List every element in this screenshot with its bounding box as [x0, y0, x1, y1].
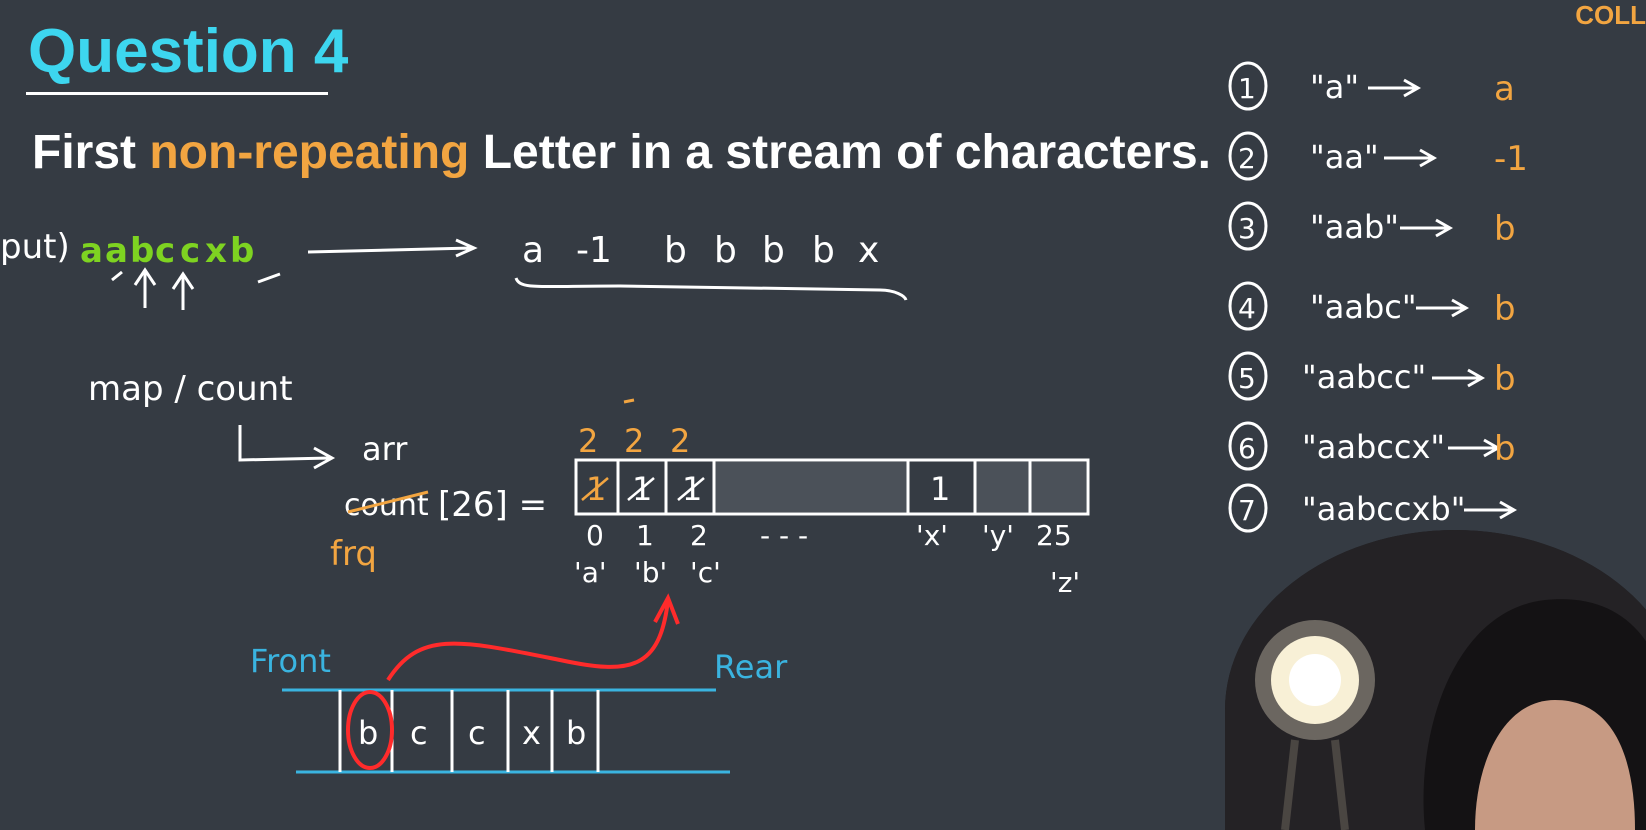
output-brace	[514, 277, 908, 301]
example-input: "aabcc"	[1302, 358, 1426, 396]
arr-note: arr	[362, 430, 408, 468]
stream-char: a	[105, 231, 128, 271]
overwrite-counts: 222	[578, 398, 690, 460]
example-number: 7	[1238, 494, 1256, 527]
example-arrow	[1464, 500, 1518, 520]
example-input: "a"	[1310, 68, 1359, 106]
example-input: "aabccx"	[1302, 428, 1445, 466]
example-number: 4	[1238, 292, 1256, 325]
queue-front-label: Front	[250, 642, 331, 680]
count-array: 1111	[574, 458, 1090, 516]
stream-char: c	[180, 231, 200, 271]
queue-item: c	[468, 714, 486, 752]
example-result: b	[1494, 429, 1516, 469]
input-label: put)	[0, 227, 70, 267]
queue-item: b	[566, 714, 586, 752]
queue-item: b	[358, 714, 378, 752]
example-arrow	[1384, 148, 1438, 168]
example-result: a	[1494, 69, 1515, 109]
char-label: 'c'	[690, 556, 721, 589]
example-result: -1	[1494, 139, 1528, 179]
stream-char: x	[205, 231, 227, 271]
index-labels: 01 2 - - - 'x' 'y' 25	[586, 519, 1072, 552]
example-number: 2	[1238, 142, 1256, 175]
char-label: 'a'	[574, 556, 607, 589]
char-labels: 'a' 'b' 'c' 'z'	[574, 556, 1080, 599]
output-char: b	[714, 230, 737, 271]
output-sequence: a -1 b b b b x	[522, 230, 879, 271]
example-input: "aab"	[1310, 208, 1399, 246]
array-index: - - -	[760, 519, 808, 552]
count-struck: count	[344, 488, 429, 523]
arr-arrow	[238, 425, 336, 470]
array-index: 0	[586, 519, 604, 552]
output-arrow	[307, 238, 478, 258]
queue-item: c	[410, 714, 428, 752]
array-cell-value: 1	[930, 470, 950, 508]
example-input: "aabc"	[1310, 288, 1417, 326]
front-to-count-arrow	[386, 593, 680, 682]
array-index: 2	[690, 519, 708, 552]
example-arrow	[1448, 438, 1502, 458]
overwrite-tick	[623, 398, 635, 404]
example-result: b	[1494, 359, 1516, 399]
example-arrow	[1416, 298, 1470, 318]
frq-note: frq	[330, 534, 377, 574]
char-label: 'z'	[1050, 566, 1080, 599]
stream-char: c	[155, 231, 175, 271]
example-input: "aabccxb"	[1302, 490, 1465, 528]
example-result: b	[1494, 289, 1516, 329]
queue-rear-label: Rear	[714, 648, 788, 686]
array-index: 'x'	[916, 519, 948, 552]
output-char: b	[664, 230, 687, 271]
stream-char: a	[80, 231, 103, 271]
pointer-arrows	[133, 267, 195, 310]
array-index: 'y'	[982, 519, 1014, 552]
example-result: b	[1494, 209, 1516, 249]
example-arrow	[1432, 368, 1486, 388]
array-index: 1	[636, 519, 654, 552]
overwrite-count: 2	[578, 422, 598, 460]
example-number: 3	[1238, 212, 1256, 245]
example-number: 1	[1238, 72, 1256, 105]
array-index: 25	[1036, 519, 1072, 552]
count-expr: [26] =	[438, 485, 547, 525]
examples-list: 1 "a" a 2 "aa" -1 3 "aab" b 4 "aabc" b 5 "aabcc" b 6 "aa…	[1228, 61, 1528, 533]
example-number: 6	[1238, 432, 1256, 465]
queue-item: x	[522, 714, 541, 752]
output-char: -1	[576, 230, 612, 271]
overwrite-count: 2	[624, 422, 644, 460]
example-arrow	[1400, 218, 1454, 238]
map-count-note: map / count	[88, 369, 293, 409]
example-arrow	[1368, 78, 1422, 98]
stream-char: b	[230, 231, 254, 271]
stream-char: b	[130, 231, 154, 271]
char-label: 'b'	[634, 556, 667, 589]
output-char: a	[522, 230, 544, 271]
output-char: b	[762, 230, 785, 271]
example-input: "aa"	[1310, 138, 1379, 176]
output-char: x	[858, 230, 879, 271]
example-number: 5	[1238, 362, 1256, 395]
queue-items: bccxb	[338, 690, 600, 772]
array-gap-fill	[714, 462, 908, 512]
input-stream: aabccxb	[80, 231, 254, 271]
output-char: b	[812, 230, 835, 271]
overwrite-count: 2	[670, 422, 690, 460]
